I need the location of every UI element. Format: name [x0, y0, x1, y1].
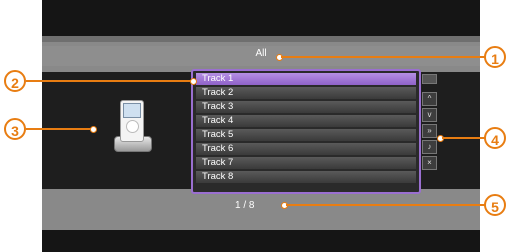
top-band-secondary	[42, 36, 480, 42]
click-wheel	[126, 120, 139, 133]
list-item[interactable]: Track 5	[196, 129, 416, 141]
callout-2: 2	[4, 70, 26, 92]
chevron-down-icon[interactable]: v	[422, 108, 437, 122]
callout-1: 1	[484, 46, 506, 68]
chevron-up-icon[interactable]: ^	[422, 92, 437, 106]
side-controls: ^ v » ♪ ×	[422, 92, 437, 172]
callout-4-line	[442, 137, 486, 139]
list-item[interactable]: Track 8	[196, 171, 416, 183]
page-down-icon[interactable]: »	[422, 124, 437, 138]
callout-1-line	[281, 56, 486, 58]
list-item[interactable]: Track 2	[196, 87, 416, 99]
music-note-icon[interactable]: ♪	[422, 140, 437, 154]
track-list[interactable]: Track 1 Track 2 Track 3 Track 4 Track 5 …	[191, 69, 421, 194]
page-indicator: 1 / 8	[235, 200, 255, 211]
bottom-band	[42, 230, 480, 252]
callout-2-line	[26, 80, 192, 82]
list-item[interactable]: Track 1	[196, 73, 416, 85]
close-icon[interactable]: ×	[422, 156, 437, 170]
callout-2-dot	[190, 78, 197, 85]
list-item[interactable]: Track 3	[196, 101, 416, 113]
callout-3: 3	[4, 118, 26, 140]
callout-5: 5	[484, 194, 506, 216]
media-screen: All Track 1 Track 2 Track 3 Track 4 Trac…	[42, 0, 480, 252]
ipod-screen	[123, 103, 141, 118]
list-item[interactable]: Track 4	[196, 115, 416, 127]
top-band	[42, 0, 480, 36]
ipod-dock-image	[112, 98, 154, 160]
page-up-icon[interactable]	[422, 74, 437, 84]
callout-3-line	[26, 128, 92, 130]
callout-4: 4	[484, 127, 506, 149]
list-item[interactable]: Track 7	[196, 157, 416, 169]
callout-5-line	[286, 204, 486, 206]
callout-3-dot	[90, 126, 97, 133]
list-item[interactable]: Track 6	[196, 143, 416, 155]
